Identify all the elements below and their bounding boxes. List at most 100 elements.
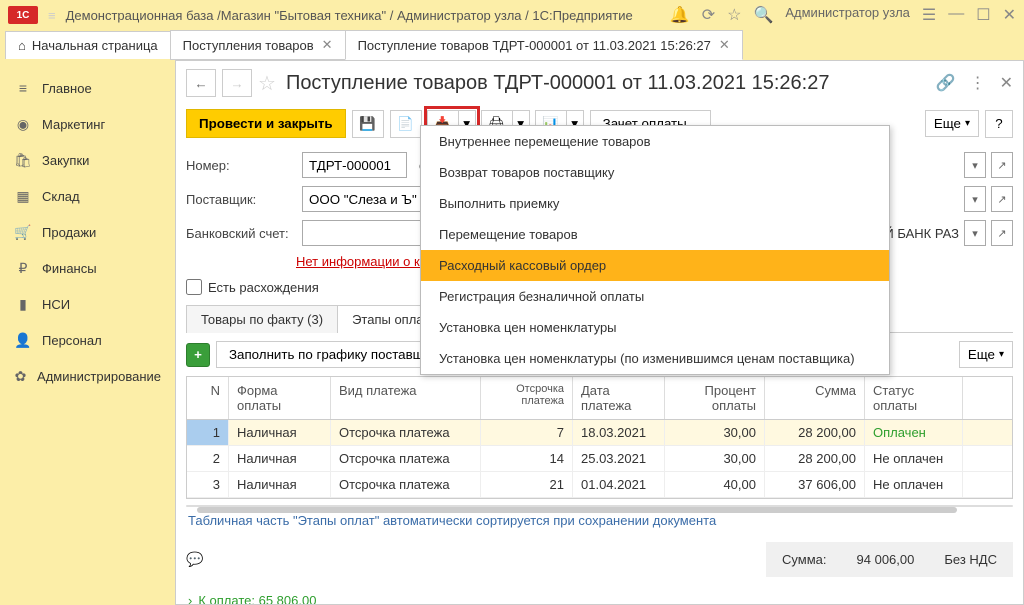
user-label[interactable]: Администратор узла (785, 5, 910, 25)
sidebar-label: Финансы (42, 261, 97, 276)
col-status[interactable]: Статус оплаты (865, 377, 963, 419)
close-icon[interactable]: ✕ (1003, 5, 1016, 25)
field-dropdown-button[interactable]: ▾ (964, 152, 986, 178)
menu-item[interactable]: Установка цен номенклатуры (421, 312, 889, 343)
sidebar-item-sales[interactable]: 🛒 Продажи (0, 214, 175, 250)
tabs-row: ⌂ Начальная страница Поступления товаров… (0, 30, 1024, 60)
sidebar-label: Персонал (42, 333, 102, 348)
field-open-button[interactable]: ↗ (991, 220, 1013, 246)
discrepancy-checkbox[interactable] (186, 279, 202, 295)
close-doc-icon[interactable]: ✕ (1000, 73, 1013, 93)
col-percent[interactable]: Процент оплаты (665, 377, 765, 419)
menu-item[interactable]: Внутреннее перемещение товаров (421, 126, 889, 157)
summary-box: Сумма: 94 006,00 Без НДС (766, 542, 1013, 577)
history-icon[interactable]: ⟳ (702, 5, 715, 25)
settings-icon[interactable]: ☰ (922, 5, 936, 25)
field-dropdown-button[interactable]: ▾ (964, 186, 986, 212)
menu-item[interactable]: Перемещение товаров (421, 219, 889, 250)
tab-close-icon[interactable]: ✕ (322, 37, 333, 53)
sidebar-label: НСИ (42, 297, 70, 312)
menu-item[interactable]: Установка цен номенклатуры (по изменивши… (421, 343, 889, 374)
sidebar-item-admin[interactable]: ✿Администрирование (0, 358, 175, 394)
field-open-button[interactable]: ↗ (991, 186, 1013, 212)
col-type[interactable]: Вид платежа (331, 377, 481, 419)
tab-close-icon[interactable]: ✕ (719, 37, 730, 53)
field-open-button[interactable]: ↗ (991, 152, 1013, 178)
number-input[interactable] (302, 152, 407, 178)
help-button[interactable]: ? (985, 110, 1013, 138)
col-date[interactable]: Дата платежа (573, 377, 665, 419)
tab-receipts[interactable]: Поступления товаров ✕ (170, 30, 346, 60)
bank-label: Банковский счет: (186, 226, 296, 241)
cart-icon: 🛒 (14, 223, 32, 241)
warehouse-icon: ▦ (14, 187, 32, 205)
fill-schedule-button[interactable]: Заполнить по графику поставщ (216, 341, 437, 368)
tab-home[interactable]: ⌂ Начальная страница (5, 31, 171, 59)
cell-sum: 37 606,00 (765, 472, 865, 497)
more-button[interactable]: Еще ▾ (925, 110, 979, 137)
h-scrollbar[interactable] (186, 505, 1013, 507)
sidebar-item-personnel[interactable]: 👤Персонал (0, 322, 175, 358)
supplier-input[interactable] (302, 186, 432, 212)
nav-forward-button[interactable]: → (222, 69, 252, 97)
cell-status: Не оплачен (865, 472, 963, 497)
link-icon[interactable]: 🔗 (936, 73, 956, 93)
favorite-star-icon[interactable]: ☆ (258, 71, 276, 96)
col-n[interactable]: N (187, 377, 229, 419)
maximize-icon[interactable]: ☐ (976, 5, 990, 25)
star-icon[interactable]: ☆ (727, 5, 741, 25)
bell-icon[interactable]: 🔔 (670, 5, 690, 25)
cell-type: Отсрочка платежа (331, 472, 481, 497)
grid-more-button[interactable]: Еще ▾ (959, 341, 1013, 368)
tab-document[interactable]: Поступление товаров ТДРТ-000001 от 11.03… (345, 30, 743, 60)
cell-type: Отсрочка платежа (331, 446, 481, 471)
table-row[interactable]: 1 Наличная Отсрочка платежа 7 18.03.2021… (187, 420, 1012, 446)
save-button[interactable]: 💾 (352, 110, 384, 138)
cell-percent: 30,00 (665, 420, 765, 445)
field-dropdown-button[interactable]: ▾ (964, 220, 986, 246)
cell-n: 2 (187, 446, 229, 471)
cell-type: Отсрочка платежа (331, 420, 481, 445)
menu-item[interactable]: Регистрация безналичной оплаты (421, 281, 889, 312)
menu-item[interactable]: Выполнить приемку (421, 188, 889, 219)
add-row-button[interactable]: + (186, 343, 210, 367)
sidebar-label: Закупки (42, 153, 89, 168)
sidebar-label: Продажи (42, 225, 96, 240)
col-delay[interactable]: Отсрочка платежа (481, 377, 573, 419)
sidebar-item-nsi[interactable]: ▮НСИ (0, 286, 175, 322)
menu-item[interactable]: Расходный кассовый ордер (421, 250, 889, 281)
tab-goods[interactable]: Товары по факту (3) (186, 305, 338, 333)
col-sum[interactable]: Сумма (765, 377, 865, 419)
col-form[interactable]: Форма оплаты (229, 377, 331, 419)
cell-delay: 14 (481, 446, 573, 471)
kebab-icon[interactable]: ⋮ (970, 73, 986, 93)
post-close-button[interactable]: Провести и закрыть (186, 109, 346, 138)
menu-item[interactable]: Возврат товаров поставщику (421, 157, 889, 188)
cell-form: Наличная (229, 446, 331, 471)
search-icon[interactable]: 🔍 (753, 5, 773, 25)
vat-label: Без НДС (944, 552, 997, 567)
home-icon: ⌂ (18, 38, 26, 53)
cell-date: 25.03.2021 (573, 446, 665, 471)
chat-icon[interactable]: 💬 (186, 551, 203, 568)
sum-value: 94 006,00 (857, 552, 915, 567)
table-row[interactable]: 3 Наличная Отсрочка платежа 21 01.04.202… (187, 472, 1012, 498)
minimize-icon[interactable]: — (948, 5, 964, 25)
sidebar-label: Склад (42, 189, 80, 204)
bank-input[interactable] (302, 220, 432, 246)
post-button[interactable]: 📄 (390, 110, 422, 138)
footer: 💬 Сумма: 94 006,00 Без НДС (176, 534, 1023, 585)
sidebar-item-main[interactable]: ≡Главное (0, 70, 175, 106)
nav-back-button[interactable]: ← (186, 69, 216, 97)
menu-icon: ≡ (14, 79, 32, 97)
table-row[interactable]: 2 Наличная Отсрочка платежа 14 25.03.202… (187, 446, 1012, 472)
sidebar-item-marketing[interactable]: ◉Маркетинг (0, 106, 175, 142)
cell-sum: 28 200,00 (765, 446, 865, 471)
sep: ≡ (48, 8, 56, 23)
cell-form: Наличная (229, 420, 331, 445)
payments-grid: N Форма оплаты Вид платежа Отсрочка плат… (186, 376, 1013, 499)
sidebar-item-finance[interactable]: ₽Финансы (0, 250, 175, 286)
to-pay-link[interactable]: › К оплате: 65 806,00 (176, 585, 1023, 605)
sidebar-item-warehouse[interactable]: ▦ Склад (0, 178, 175, 214)
sidebar-item-purchases[interactable]: 🛍Закупки (0, 142, 175, 178)
